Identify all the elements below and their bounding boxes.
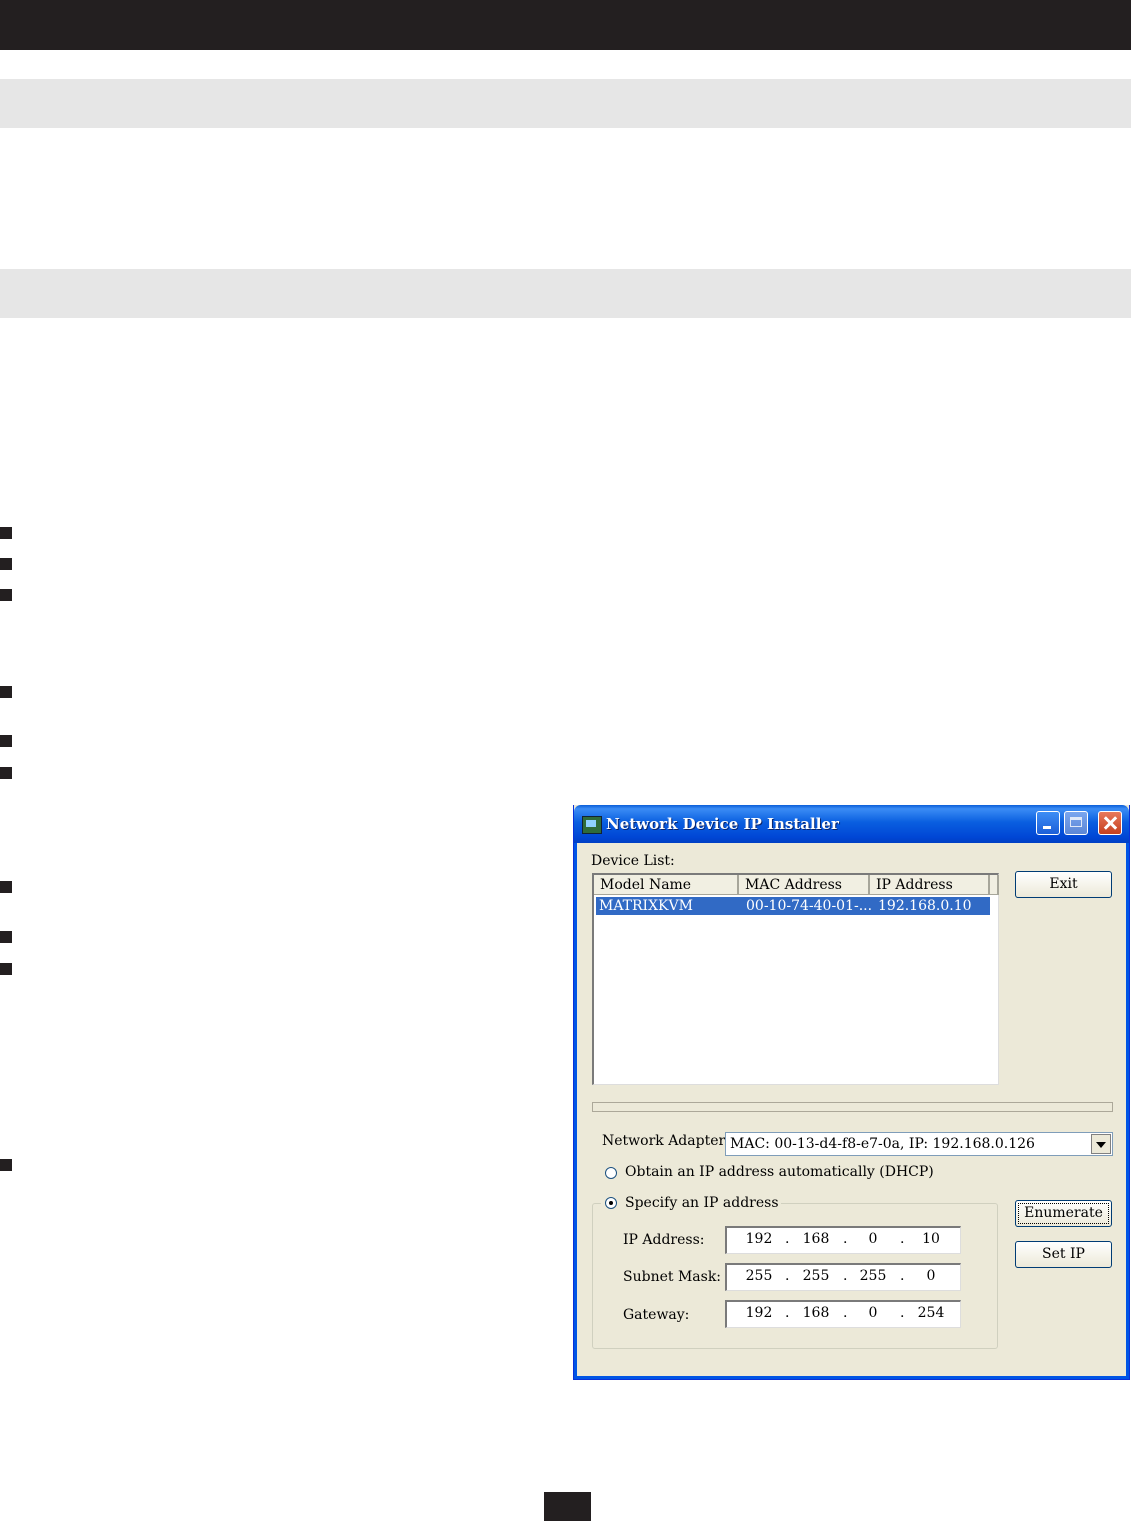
maximize-button[interactable] — [1064, 811, 1088, 835]
dhcp-radio[interactable] — [605, 1167, 617, 1179]
device-ip: 192.168.0.10 — [878, 898, 972, 914]
close-button[interactable] — [1098, 811, 1122, 835]
gateway-field[interactable]: 192 . 168 . 0 . 254 — [725, 1300, 961, 1328]
octet-separator: . — [785, 1231, 790, 1247]
ip-address-label: IP Address: — [623, 1232, 705, 1248]
gateway-label: Gateway: — [623, 1307, 690, 1323]
ip-octet-4[interactable]: 10 — [911, 1231, 951, 1247]
list-bullet — [0, 963, 12, 975]
specify-ip-radio[interactable] — [605, 1197, 617, 1209]
column-mac-address[interactable]: MAC Address — [739, 875, 870, 895]
progress-bar — [592, 1102, 1113, 1112]
ip-octet-3[interactable]: 0 — [853, 1231, 893, 1247]
list-bullet — [0, 686, 12, 698]
ip-address-field[interactable]: 192 . 168 . 0 . 10 — [725, 1226, 961, 1254]
window-title: Network Device IP Installer — [606, 815, 839, 833]
window-titlebar[interactable]: Network Device IP Installer — [574, 805, 1129, 843]
list-bullet — [0, 931, 12, 943]
ip-octet-2[interactable]: 168 — [796, 1231, 836, 1247]
octet-separator: . — [900, 1268, 905, 1284]
list-bullet — [0, 881, 12, 893]
gw-octet-3[interactable]: 0 — [853, 1305, 893, 1321]
mask-octet-2[interactable]: 255 — [796, 1268, 836, 1284]
device-list-header: Model Name MAC Address IP Address — [594, 875, 999, 895]
network-adapter-label: Network Adapter: — [602, 1133, 730, 1149]
device-list[interactable]: Model Name MAC Address IP Address MATRIX… — [592, 873, 999, 1085]
column-ip-address[interactable]: IP Address — [870, 875, 990, 895]
octet-separator: . — [785, 1268, 790, 1284]
section-band — [0, 79, 1131, 128]
gw-octet-1[interactable]: 192 — [739, 1305, 779, 1321]
dhcp-label[interactable]: Obtain an IP address automatically (DHCP… — [625, 1164, 934, 1180]
page-number-box — [544, 1492, 591, 1521]
list-bullet — [0, 735, 12, 747]
enumerate-button[interactable]: Enumerate — [1015, 1200, 1112, 1227]
section-band — [0, 269, 1131, 318]
minimize-button[interactable] — [1036, 811, 1060, 835]
network-adapter-value: MAC: 00-13-d4-f8-e7-0a, IP: 192.168.0.12… — [730, 1136, 1035, 1152]
gw-octet-4[interactable]: 254 — [911, 1305, 951, 1321]
mask-octet-3[interactable]: 255 — [853, 1268, 893, 1284]
chevron-down-icon[interactable] — [1091, 1134, 1111, 1154]
network-adapter-select[interactable]: MAC: 00-13-d4-f8-e7-0a, IP: 192.168.0.12… — [725, 1132, 1113, 1156]
specify-ip-legend: Specify an IP address — [601, 1194, 781, 1214]
device-list-label: Device List: — [591, 853, 675, 869]
subnet-mask-label: Subnet Mask: — [623, 1269, 722, 1285]
mask-octet-4[interactable]: 0 — [911, 1268, 951, 1284]
ip-octet-1[interactable]: 192 — [739, 1231, 779, 1247]
column-model-name[interactable]: Model Name — [594, 875, 739, 895]
octet-separator: . — [843, 1231, 848, 1247]
list-bullet — [0, 589, 12, 601]
app-icon — [582, 816, 602, 834]
subnet-mask-field[interactable]: 255 . 255 . 255 . 0 — [725, 1263, 961, 1291]
mask-octet-1[interactable]: 255 — [739, 1268, 779, 1284]
set-ip-button[interactable]: Set IP — [1015, 1241, 1112, 1268]
column-filler — [990, 875, 999, 895]
exit-button[interactable]: Exit — [1015, 871, 1112, 898]
octet-separator: . — [843, 1268, 848, 1284]
device-row-selected[interactable]: MATRIXKVM 00-10-74-40-01-... 192.168.0.1… — [596, 897, 990, 915]
device-mac: 00-10-74-40-01-... — [746, 898, 873, 914]
list-bullet — [0, 558, 12, 570]
device-model: MATRIXKVM — [599, 898, 693, 914]
list-bullet — [0, 1159, 12, 1171]
list-bullet — [0, 527, 12, 539]
specify-ip-label[interactable]: Specify an IP address — [625, 1195, 779, 1211]
gw-octet-2[interactable]: 168 — [796, 1305, 836, 1321]
top-header-bar — [0, 0, 1131, 50]
list-bullet — [0, 767, 12, 779]
octet-separator: . — [785, 1305, 790, 1321]
octet-separator: . — [843, 1305, 848, 1321]
octet-separator: . — [900, 1231, 905, 1247]
ip-installer-window: Network Device IP Installer Device List:… — [573, 805, 1130, 1380]
octet-separator: . — [900, 1305, 905, 1321]
